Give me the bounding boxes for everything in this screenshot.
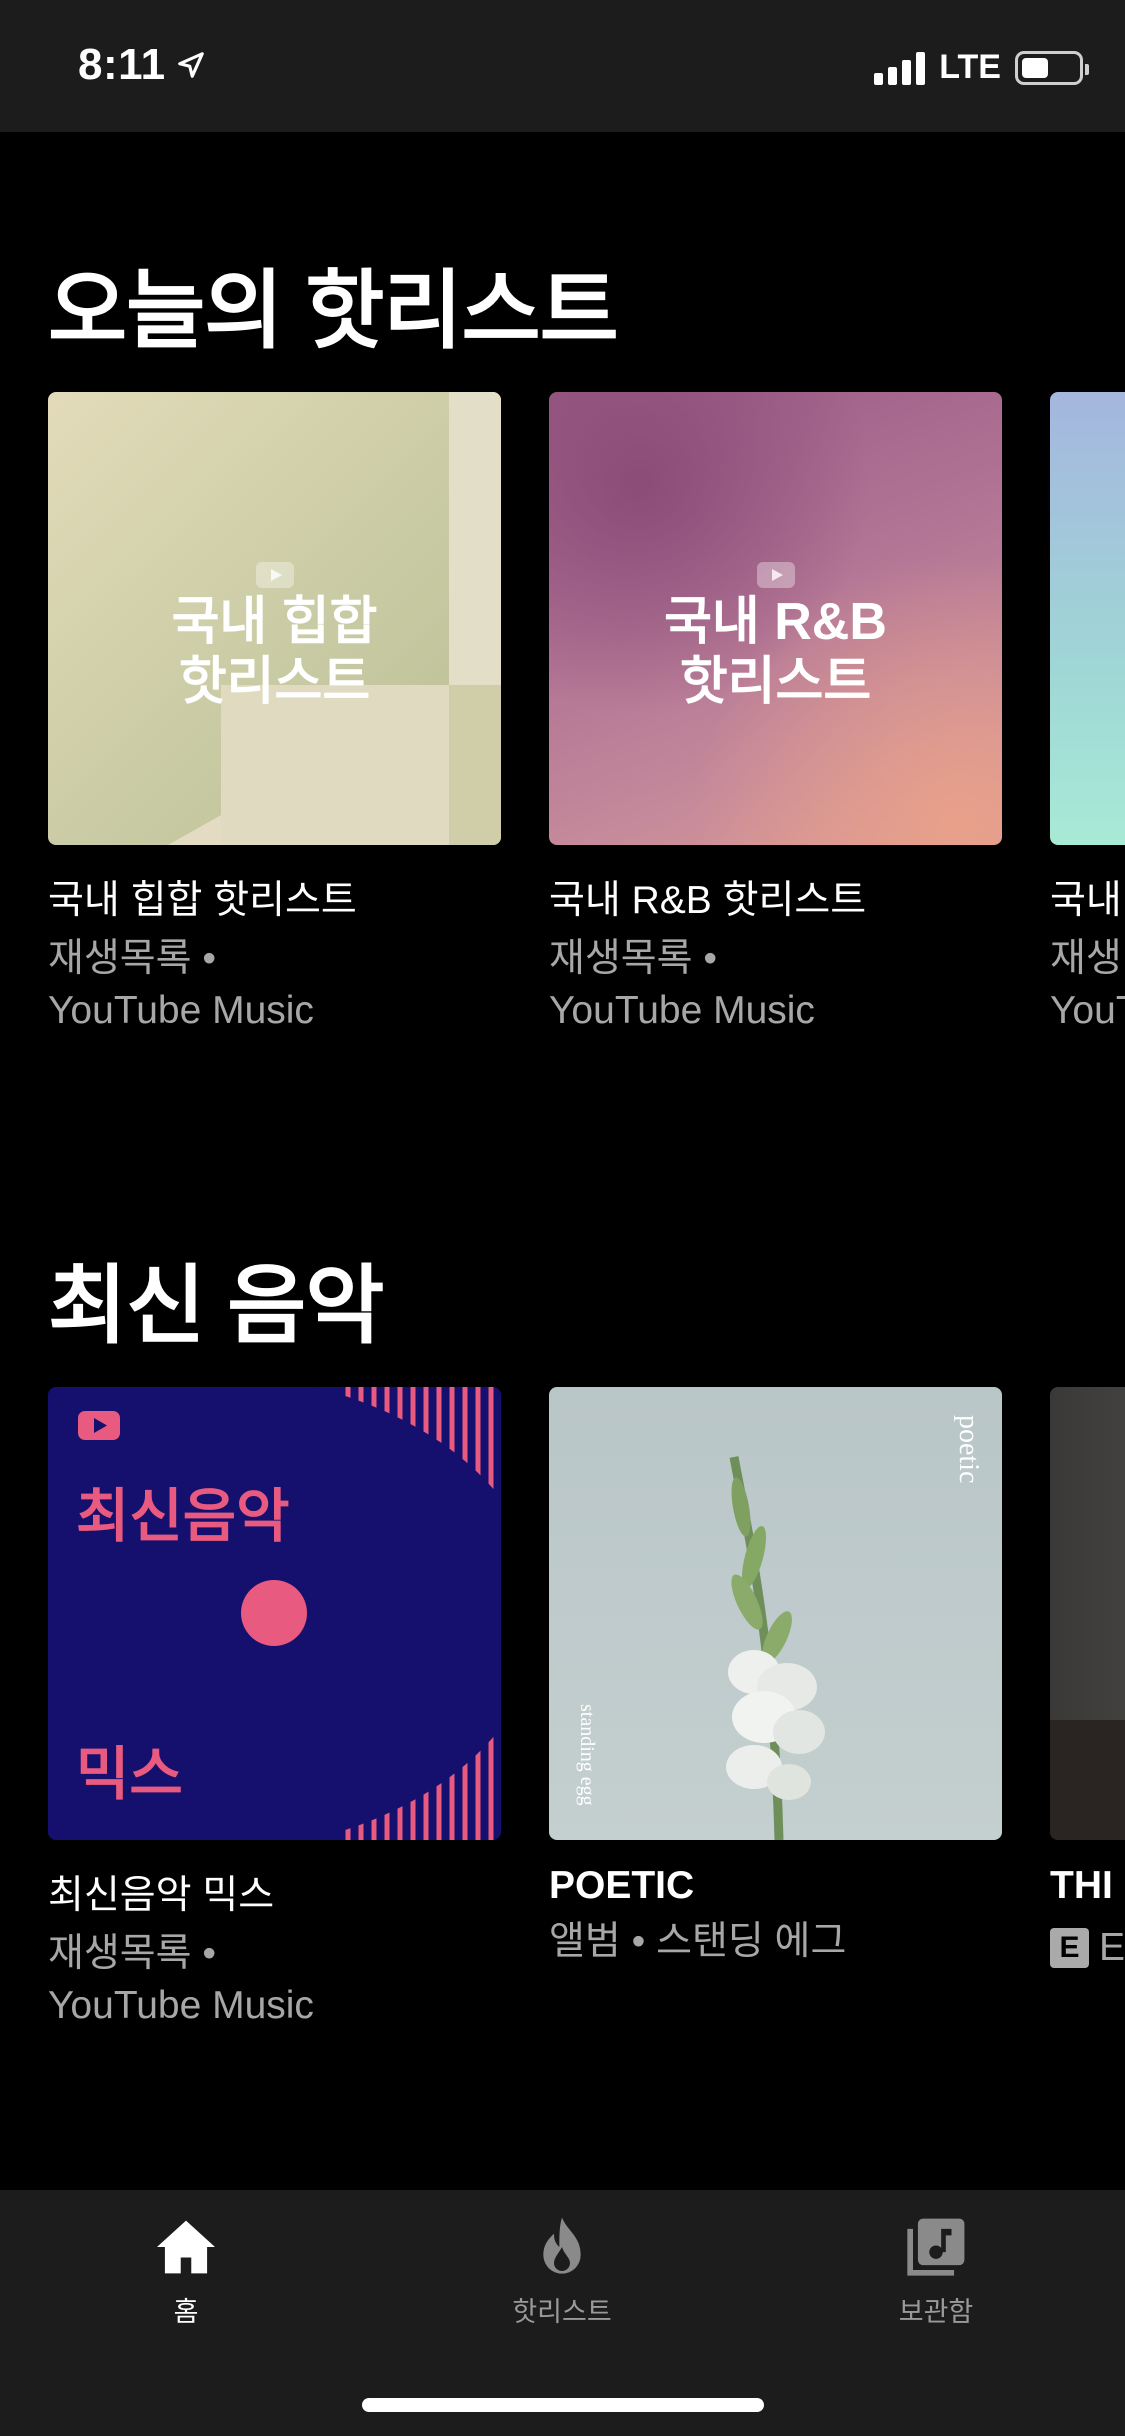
- playlist-card[interactable]: 최신음악 믹스 최신음악 믹스 재생목록 • YouTube Music: [48, 1387, 501, 2032]
- card-subtitle: 앨범 • 스탠딩 에그: [549, 1920, 847, 1963]
- battery-icon: [1015, 50, 1089, 85]
- album-card[interactable]: THI E E: [1050, 1387, 1125, 1974]
- album-thumbnail[interactable]: [1050, 1387, 1125, 1840]
- section-title-new-music: 최신 음악: [48, 1258, 384, 1354]
- status-indicators: LTE: [874, 48, 1089, 87]
- flame-icon: [543, 2217, 581, 2274]
- album-thumbnail[interactable]: poetic standing egg: [549, 1387, 1002, 1840]
- section-title-hotlist: 오늘의 핫리스트: [48, 263, 619, 359]
- playlist-thumbnail[interactable]: 최신음악 믹스: [48, 1387, 501, 1840]
- youtube-logo-icon: [255, 562, 294, 588]
- card-title: 국내: [1050, 879, 1122, 922]
- card-subtitle: 재생목록 • YouTube Music: [549, 937, 815, 1032]
- card-title: POETIC: [549, 1864, 695, 1907]
- location-arrow-icon: [177, 52, 204, 78]
- signal-icon: [874, 51, 926, 85]
- card-subtitle: 재생목록 • YouTube Music: [48, 1932, 314, 2027]
- card-subtitle: 재생목록 • YouTube Music: [48, 937, 314, 1032]
- album-cover-text-left: standing egg: [576, 1704, 598, 1806]
- explicit-badge: E: [1050, 1928, 1089, 1968]
- status-time: 8:11: [78, 40, 206, 90]
- home-indicator: [362, 2398, 764, 2412]
- playlist-card[interactable]: 국내 R&B 핫리스트 국내 R&B 핫리스트 재생목록 • YouTube M…: [549, 392, 1002, 1037]
- playlist-thumbnail[interactable]: 국내 힙합 핫리스트: [48, 392, 501, 845]
- playlist-card[interactable]: 국내 재생 YouT: [1050, 392, 1125, 1037]
- album-card[interactable]: poetic standing egg POETIC 앨범 • 스탠딩 에그: [549, 1387, 1002, 1968]
- card-title: 국내 R&B 핫리스트: [549, 879, 867, 922]
- tab-hotlist[interactable]: 핫리스트: [462, 2212, 662, 2329]
- flower-artwork: [726, 1456, 825, 1840]
- mix-title-bottom: 믹스: [76, 1742, 183, 1807]
- library-icon: [907, 2218, 965, 2276]
- home-icon: [157, 2220, 215, 2274]
- card-title: 최신음악 믹스: [48, 1874, 275, 1917]
- youtube-logo-icon: [756, 562, 795, 588]
- playlist-card[interactable]: 국내 힙합 핫리스트 국내 힙합 핫리스트 재생목록 • YouTube Mus…: [48, 392, 501, 1037]
- playlist-thumbnail[interactable]: [1050, 392, 1125, 845]
- card-title: 국내 힙합 핫리스트: [48, 879, 357, 922]
- card-subtitle: E E: [1050, 1922, 1125, 1974]
- card-subtitle: 재생 YouT: [1050, 937, 1125, 1032]
- thumbnail-text: 국내 힙합 핫리스트: [171, 593, 378, 711]
- tab-home[interactable]: 홈: [86, 2212, 286, 2329]
- network-label: LTE: [939, 48, 1001, 86]
- playlist-thumbnail[interactable]: 국내 R&B 핫리스트: [549, 392, 1002, 845]
- status-bar: 8:11 LTE: [0, 0, 1125, 132]
- card-title: THI: [1050, 1864, 1113, 1907]
- mix-title-top: 최신음악: [76, 1484, 290, 1549]
- thumbnail-text: 국내 R&B 핫리스트: [664, 593, 887, 711]
- album-cover-text-right: poetic: [953, 1415, 984, 1484]
- tab-library[interactable]: 보관함: [836, 2212, 1036, 2329]
